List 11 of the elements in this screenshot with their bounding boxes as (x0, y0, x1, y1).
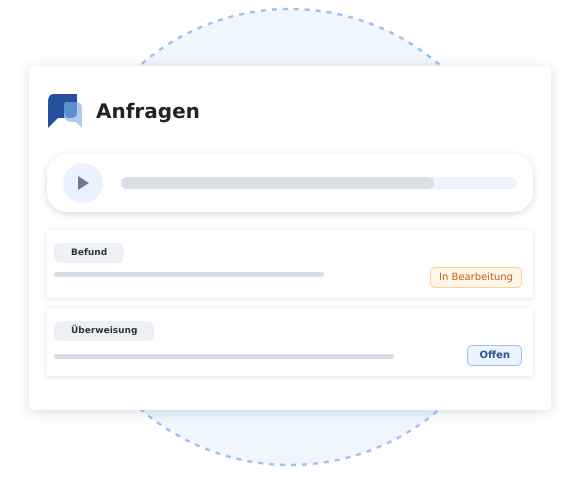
status-badge: In Bearbeitung (430, 267, 522, 288)
request-label: Befund (54, 243, 124, 263)
progress-track[interactable] (121, 177, 517, 189)
request-row[interactable]: Überweisung Offen (47, 308, 533, 376)
logo-icon (48, 94, 82, 128)
status-badge: Offen (467, 345, 522, 366)
page-title: Anfragen (96, 99, 200, 123)
request-label: Überweisung (54, 321, 154, 341)
play-icon (76, 175, 90, 191)
request-row[interactable]: Befund In Bearbeitung (47, 230, 533, 298)
play-button[interactable] (63, 163, 103, 203)
